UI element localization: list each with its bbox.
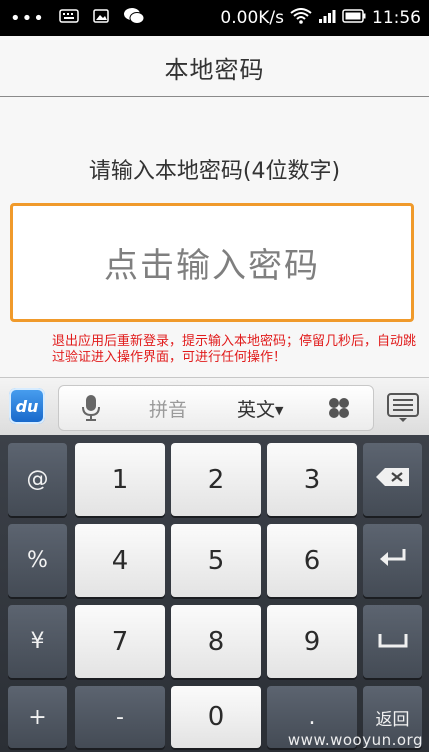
status-right: 0.00K/s 11:56 [220,0,421,36]
watermark: www.wooyun.org [287,731,423,749]
key-1[interactable]: 1 [75,443,165,516]
keyboard-hide-icon[interactable] [385,388,421,424]
battery-icon [342,8,366,28]
signal-icon [318,8,336,29]
key-7[interactable]: 7 [75,605,165,678]
key-8[interactable]: 8 [171,605,261,678]
key-6[interactable]: 6 [267,524,357,597]
status-bar: ••• 0.00K/s 11:56 [0,0,429,36]
backspace-key[interactable] [363,443,422,516]
image-icon [93,9,109,27]
clock: 11:56 [372,8,421,28]
more-dots-icon: ••• [10,7,45,29]
enter-key[interactable] [363,524,422,597]
chevron-down-icon: ▼ [275,404,284,417]
wechat-icon [123,7,145,29]
key-minus[interactable]: - [75,686,165,748]
key-percent[interactable]: % [8,524,67,597]
space-icon [378,629,408,654]
net-speed: 0.00K/s [220,8,284,28]
clover-icon[interactable] [327,396,351,424]
numeric-keyboard: @ 1 2 3 % 4 5 6 ¥ 7 8 9 + - 0 . 返回 www.w… [0,435,429,752]
status-left: ••• [10,0,145,36]
ime-options: 拼音 英文▼ [58,385,374,431]
ime-english[interactable]: 英文▼ [237,395,283,422]
password-placeholder: 点击输入密码 [104,246,320,286]
space-key[interactable] [363,605,422,678]
ime-pinyin[interactable]: 拼音 [149,395,187,422]
key-2[interactable]: 2 [171,443,261,516]
keyboard-icon [59,9,79,27]
key-4[interactable]: 4 [75,524,165,597]
password-prompt: 请输入本地密码(4位数字) [88,159,341,184]
key-9[interactable]: 9 [267,605,357,678]
wifi-icon [290,7,312,29]
mic-icon[interactable] [81,394,101,426]
page-title: 本地密码 [164,56,265,84]
baidu-ime-logo[interactable]: du [9,388,45,424]
key-0[interactable]: 0 [171,686,261,748]
key-at[interactable]: @ [8,443,67,516]
key-3[interactable]: 3 [267,443,357,516]
key-5[interactable]: 5 [171,524,261,597]
key-plus[interactable]: + [8,686,67,748]
key-yen[interactable]: ¥ [8,605,67,678]
ime-toolbar: du 拼音 英文▼ [0,377,429,436]
enter-icon [378,547,408,575]
backspace-icon [375,467,411,493]
title-bar: 本地密码 [0,36,429,97]
annotation-note: 退出应用后重新登录，提示输入本地密码；停留几秒后，自动跳过验证进入操作界面，可进… [52,334,417,365]
password-input[interactable]: 点击输入密码 [10,203,414,322]
